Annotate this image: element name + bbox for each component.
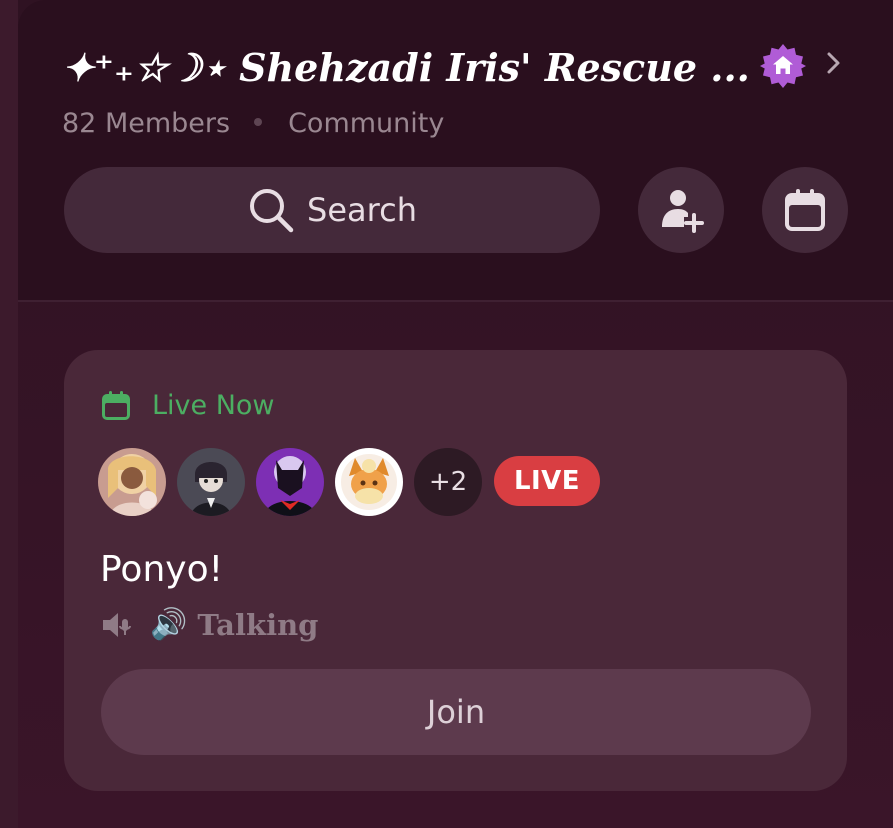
more-attendees-count[interactable]: +2 [414, 448, 482, 516]
attendee-avatar[interactable] [177, 448, 245, 516]
server-title[interactable]: ✦⁺₊☆☽⋆ Shehzadi Iris' Rescue ... [62, 40, 752, 96]
member-count: 82 Members [62, 108, 231, 139]
calendar-icon [785, 189, 825, 231]
separator-dot [254, 117, 263, 126]
chevron-right-icon[interactable] [822, 48, 846, 78]
event-channel: 🔊 Talking [100, 604, 318, 646]
server-page: ✦⁺₊☆☽⋆ Shehzadi Iris' Rescue ... 82 Memb… [0, 0, 893, 828]
search-label: Search [307, 191, 417, 229]
live-now-label: Live Now [152, 390, 275, 421]
event-status: Live Now [100, 386, 275, 426]
server-category: Community [288, 108, 445, 139]
server-list-edge [0, 0, 18, 828]
events-button[interactable] [762, 167, 848, 253]
attendee-avatar[interactable] [256, 448, 324, 516]
invite-button[interactable] [638, 167, 724, 253]
home-icon [760, 43, 806, 89]
search-icon [250, 189, 294, 233]
speaker-emoji-icon: 🔊 [150, 607, 188, 642]
calendar-icon [102, 391, 130, 420]
search-button[interactable]: Search [64, 167, 600, 253]
live-badge: LIVE [494, 456, 600, 506]
channel-name: Talking [197, 608, 319, 642]
join-button[interactable]: Join [101, 669, 811, 755]
add-user-icon [662, 190, 704, 233]
server-meta: 82 Members Community [62, 104, 444, 144]
event-title: Ponyo! [100, 549, 224, 590]
stage-channel-icon [103, 613, 131, 637]
attendee-avatar[interactable] [335, 448, 403, 516]
attendee-avatar[interactable] [98, 448, 166, 516]
header-divider [18, 300, 893, 302]
